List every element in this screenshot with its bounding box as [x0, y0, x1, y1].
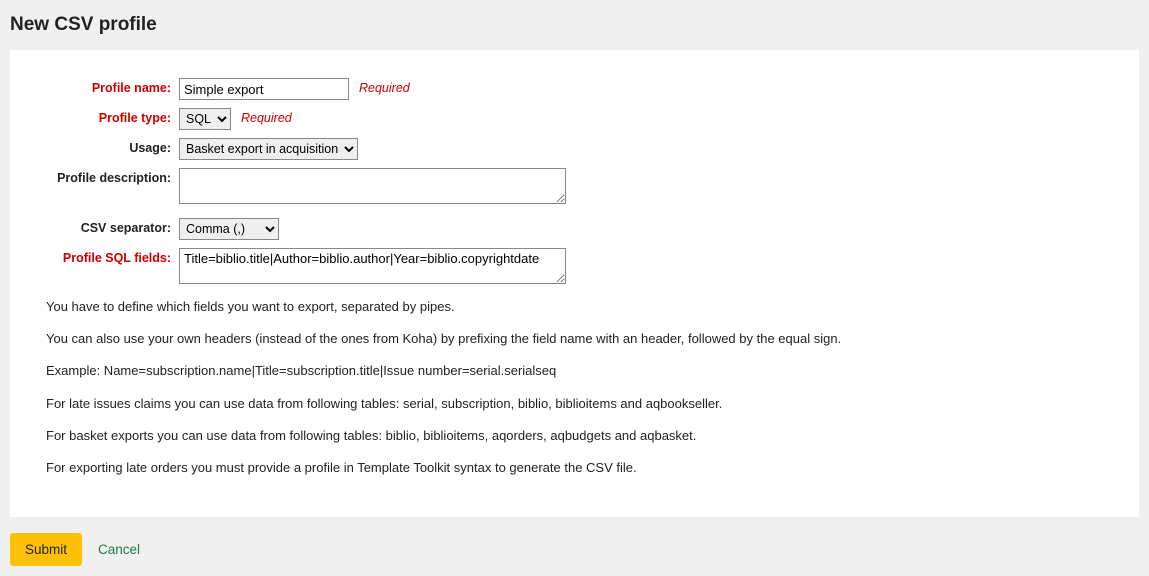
csv-separator-select[interactable]: Comma (,) — [179, 218, 279, 240]
info-line: For exporting late orders you must provi… — [46, 459, 1103, 477]
info-line: For basket exports you can use data from… — [46, 427, 1103, 445]
profile-type-select[interactable]: SQL — [179, 108, 231, 130]
required-indicator: Required — [241, 108, 292, 125]
page-title: New CSV profile — [10, 14, 1139, 36]
profile-name-input[interactable] — [179, 78, 349, 100]
profile-sql-fields-label: Profile SQL fields: — [46, 248, 179, 265]
cancel-link[interactable]: Cancel — [98, 542, 140, 557]
profile-description-label: Profile description: — [46, 168, 179, 185]
info-line: Example: Name=subscription.name|Title=su… — [46, 362, 1103, 380]
usage-select[interactable]: Basket export in acquisition — [179, 138, 358, 160]
profile-description-textarea[interactable] — [179, 168, 566, 204]
usage-label: Usage: — [46, 138, 179, 155]
required-indicator: Required — [359, 78, 410, 95]
info-line: You have to define which fields you want… — [46, 298, 1103, 316]
csv-separator-label: CSV separator: — [46, 218, 179, 235]
profile-name-label: Profile name: — [46, 78, 179, 95]
profile-type-label: Profile type: — [46, 108, 179, 125]
info-line: For late issues claims you can use data … — [46, 395, 1103, 413]
info-text-block: You have to define which fields you want… — [46, 298, 1103, 477]
form-card: Profile name: Required Profile type: SQL… — [10, 50, 1139, 517]
info-line: You can also use your own headers (inste… — [46, 330, 1103, 348]
profile-sql-fields-textarea[interactable] — [179, 248, 566, 284]
submit-button[interactable]: Submit — [10, 533, 82, 566]
